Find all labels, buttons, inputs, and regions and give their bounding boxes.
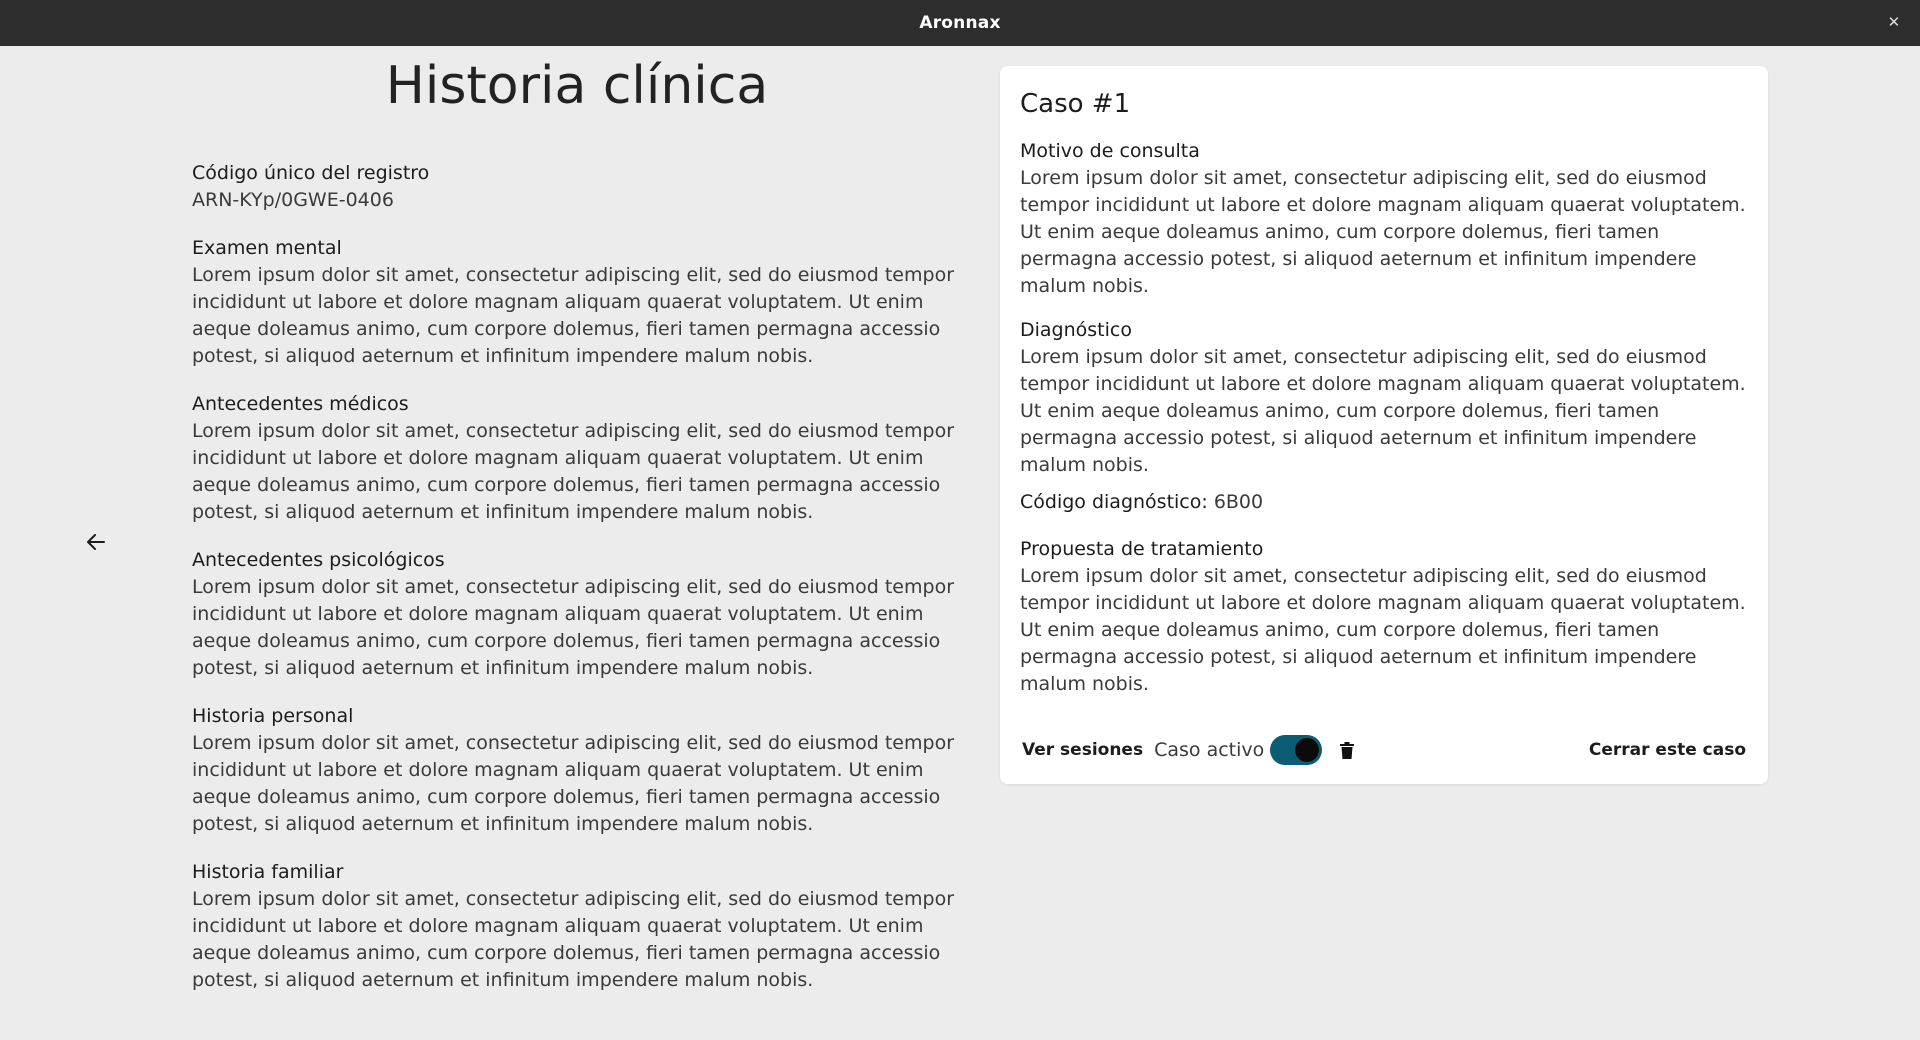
record-fields: Código único del registro ARN-KYp/0GWE-0… bbox=[192, 160, 962, 994]
close-icon[interactable]: ✕ bbox=[1882, 10, 1906, 34]
field-label: Propuesta de tratamiento bbox=[1020, 538, 1264, 560]
case-active-label: Caso activo bbox=[1154, 739, 1265, 761]
medical-history-field: Antecedentes médicos Lorem ipsum dolor s… bbox=[192, 391, 962, 526]
field-label: Examen mental bbox=[192, 237, 342, 259]
consultation-reason-field: Motivo de consulta Lorem ipsum dolor sit… bbox=[1020, 138, 1748, 300]
field-label: Antecedentes médicos bbox=[192, 393, 409, 415]
diagnosis-code: Código diagnóstico: 6B00 bbox=[1020, 489, 1748, 516]
record-code-field: Código único del registro ARN-KYp/0GWE-0… bbox=[192, 160, 962, 214]
case-card: Caso #1 Motivo de consulta Lorem ipsum d… bbox=[1000, 66, 1768, 784]
field-label: Historia personal bbox=[192, 705, 354, 727]
diagnosis-code-label: Código diagnóstico: bbox=[1020, 491, 1208, 513]
arrow-left-icon[interactable] bbox=[84, 528, 108, 556]
case-actions: Ver sesiones Caso activo Cerrar este cas… bbox=[1012, 730, 1756, 770]
field-label: Motivo de consulta bbox=[1020, 140, 1200, 162]
mental-exam-field: Examen mental Lorem ipsum dolor sit amet… bbox=[192, 235, 962, 370]
field-text: Lorem ipsum dolor sit amet, consectetur … bbox=[1020, 167, 1746, 297]
window-titlebar: Aronnax ✕ bbox=[0, 0, 1920, 46]
case-title: Caso #1 bbox=[1020, 89, 1131, 119]
diagnosis-code-value: 6B00 bbox=[1213, 491, 1264, 513]
field-text: Lorem ipsum dolor sit amet, consectetur … bbox=[1020, 346, 1746, 476]
window-title: Aronnax bbox=[919, 13, 1001, 33]
page-title: Historia clínica bbox=[385, 56, 769, 116]
close-case-button[interactable]: Cerrar este caso bbox=[1579, 732, 1756, 768]
psychological-history-field: Antecedentes psicológicos Lorem ipsum do… bbox=[192, 547, 962, 682]
field-text: Lorem ipsum dolor sit amet, consectetur … bbox=[192, 576, 955, 679]
record-code-value: ARN-KYp/0GWE-0406 bbox=[192, 189, 394, 211]
field-text: Lorem ipsum dolor sit amet, consectetur … bbox=[192, 888, 955, 991]
personal-history-field: Historia personal Lorem ipsum dolor sit … bbox=[192, 703, 962, 838]
view-sessions-button[interactable]: Ver sesiones bbox=[1012, 732, 1153, 768]
field-text: Lorem ipsum dolor sit amet, consectetur … bbox=[192, 732, 955, 835]
toggle-knob bbox=[1295, 738, 1320, 762]
field-label: Diagnóstico bbox=[1020, 319, 1132, 341]
record-code-label: Código único del registro bbox=[192, 162, 430, 184]
field-text: Lorem ipsum dolor sit amet, consectetur … bbox=[192, 420, 955, 523]
trash-icon[interactable] bbox=[1336, 738, 1358, 762]
treatment-field: Propuesta de tratamiento Lorem ipsum dol… bbox=[1020, 536, 1748, 698]
clinical-record: Historia clínica Código único del regist… bbox=[192, 46, 962, 1015]
field-text: Lorem ipsum dolor sit amet, consectetur … bbox=[1020, 565, 1746, 695]
field-label: Historia familiar bbox=[192, 861, 344, 883]
family-history-field: Historia familiar Lorem ipsum dolor sit … bbox=[192, 859, 962, 994]
case-active-toggle[interactable] bbox=[1270, 735, 1323, 765]
diagnosis-field: Diagnóstico Lorem ipsum dolor sit amet, … bbox=[1020, 317, 1748, 479]
field-text: Lorem ipsum dolor sit amet, consectetur … bbox=[192, 264, 955, 367]
field-label: Antecedentes psicológicos bbox=[192, 549, 445, 571]
